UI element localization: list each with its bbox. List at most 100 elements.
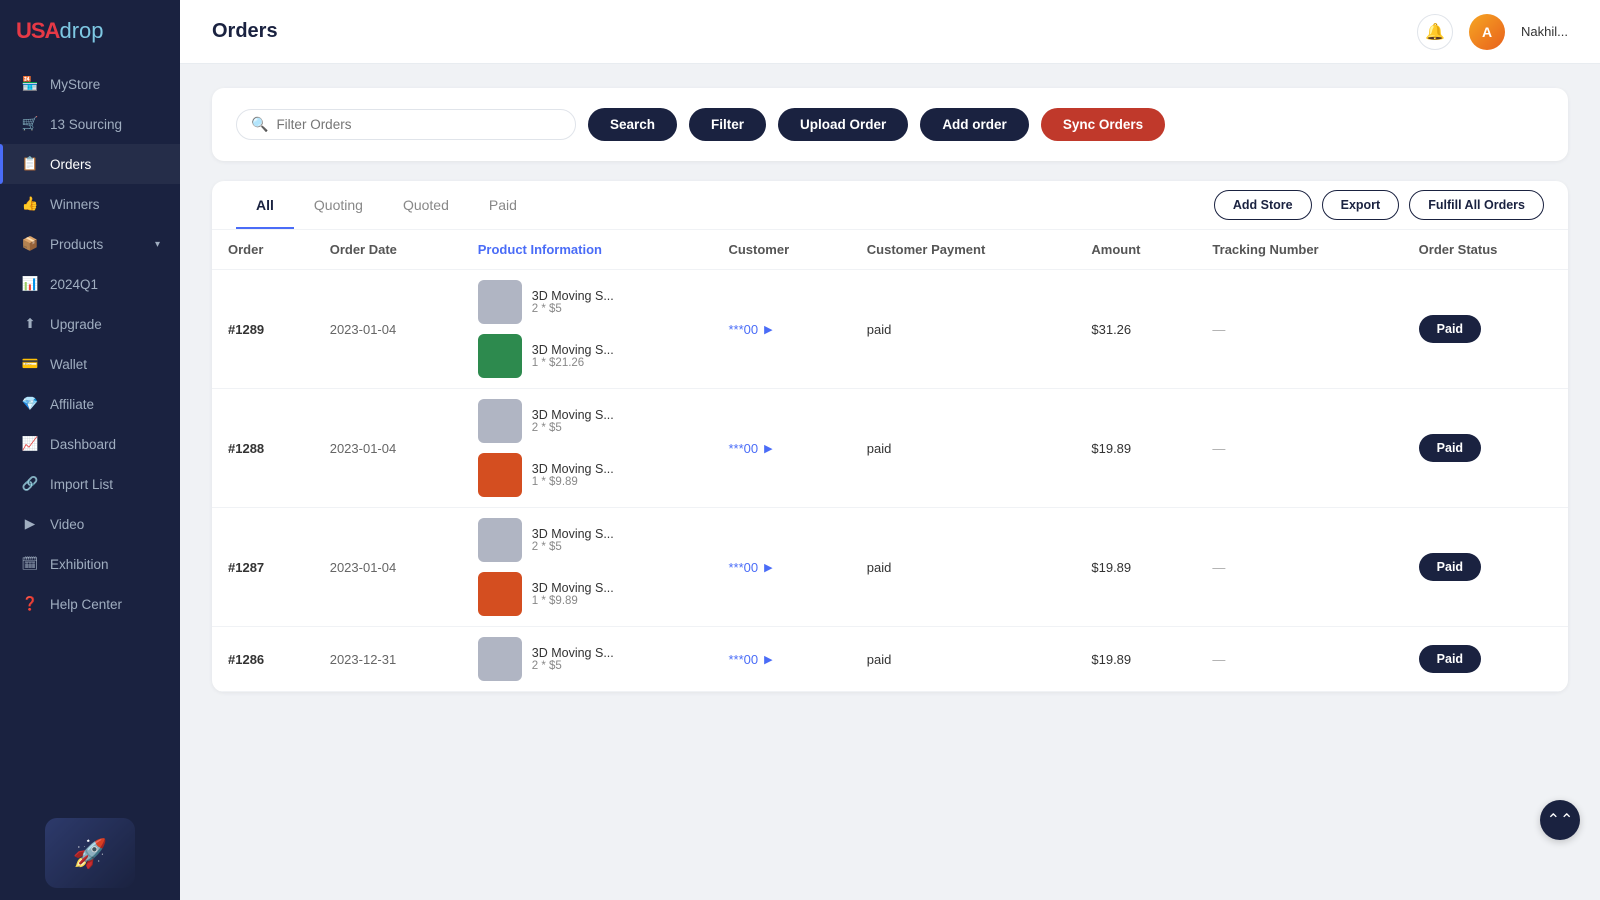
toolbar-card: 🔍 Search Filter Upload Order Add order S… — [212, 88, 1568, 161]
sidebar-item-importlist[interactable]: 🔗 Import List — [0, 464, 180, 504]
product-details: 3D Moving S... 2 * $5 — [532, 408, 614, 434]
tab-all[interactable]: All — [236, 181, 294, 229]
sidebar-icon-video: ▶ — [20, 514, 40, 534]
order-date: 2023-01-04 — [314, 389, 462, 508]
sidebar-icon-wallet: 💳 — [20, 354, 40, 374]
export-button[interactable]: Export — [1322, 190, 1400, 220]
sidebar-label-products: Products — [50, 237, 103, 252]
sync-orders-button[interactable]: Sync Orders — [1041, 108, 1165, 141]
table-row: #12882023-01-04 3D Moving S... 2 * $5 3D… — [212, 389, 1568, 508]
col-order-status: Order Status — [1403, 230, 1568, 270]
product-qty: 1 * $9.89 — [532, 595, 614, 607]
product-qty: 1 * $9.89 — [532, 476, 614, 488]
product-details: 3D Moving S... 1 * $21.26 — [532, 343, 614, 369]
sidebar-item-helpCenter[interactable]: ❓ Help Center — [0, 584, 180, 624]
order-number: #1288 — [212, 389, 314, 508]
page-body: 🔍 Search Filter Upload Order Add order S… — [180, 64, 1600, 900]
sidebar-item-dashboard[interactable]: 📈 Dashboard — [0, 424, 180, 464]
sidebar-item-affiliate[interactable]: 💎 Affiliate — [0, 384, 180, 424]
customer-expand-icon[interactable]: ▶ — [764, 653, 772, 666]
product-thumbnail — [478, 453, 522, 497]
col-customer: Customer — [712, 230, 850, 270]
tracking-number: — — [1196, 508, 1402, 627]
avatar[interactable]: A — [1469, 14, 1505, 50]
product-name: 3D Moving S... — [532, 646, 614, 660]
product-thumbnail — [478, 334, 522, 378]
payment-status: paid — [867, 652, 892, 667]
sidebar-item-video[interactable]: ▶ Video — [0, 504, 180, 544]
sidebar-item-exhibition[interactable]: 🗓 Exhibition — [0, 544, 180, 584]
status-badge[interactable]: Paid — [1419, 553, 1481, 581]
amount-value: $19.89 — [1091, 441, 1131, 456]
sidebar-item-wallet[interactable]: 💳 Wallet — [0, 344, 180, 384]
search-button[interactable]: Search — [588, 108, 677, 141]
product-name: 3D Moving S... — [532, 343, 614, 357]
product-qty: 2 * $5 — [532, 541, 614, 553]
amount: $19.89 — [1075, 389, 1196, 508]
sidebar-item-sourcing[interactable]: 🛒 13 Sourcing — [0, 104, 180, 144]
amount-value: $31.26 — [1091, 322, 1131, 337]
amount-value: $19.89 — [1091, 560, 1131, 575]
fulfill-all-button[interactable]: Fulfill All Orders — [1409, 190, 1544, 220]
order-status: Paid — [1403, 627, 1568, 692]
customer-payment: paid — [851, 389, 1076, 508]
tabs-row: AllQuotingQuotedPaid Add Store Export Fu… — [212, 181, 1568, 230]
order-id: #1287 — [228, 560, 264, 575]
tab-paid[interactable]: Paid — [469, 181, 537, 229]
tracking-value: — — [1212, 322, 1225, 337]
product-info-cell: 3D Moving S... 2 * $5 3D Moving S... 1 *… — [462, 389, 713, 508]
product-info-cell: 3D Moving S... 2 * $5 3D Moving S... 1 *… — [462, 270, 713, 389]
tracking-value: — — [1212, 441, 1225, 456]
status-badge[interactable]: Paid — [1419, 645, 1481, 673]
product-item: 3D Moving S... 1 * $9.89 — [478, 453, 697, 497]
sidebar-label-dashboard: Dashboard — [50, 437, 116, 452]
customer-expand-icon[interactable]: ▶ — [764, 323, 772, 336]
customer-cell: ***00▶ — [712, 389, 850, 508]
upload-order-button[interactable]: Upload Order — [778, 108, 908, 141]
status-badge[interactable]: Paid — [1419, 434, 1481, 462]
sidebar-icon-dashboard: 📈 — [20, 434, 40, 454]
page-title: Orders — [212, 20, 278, 43]
sidebar-icon-helpCenter: ❓ — [20, 594, 40, 614]
notification-bell[interactable]: 🔔 — [1417, 14, 1453, 50]
add-order-button[interactable]: Add order — [920, 108, 1029, 141]
add-store-button[interactable]: Add Store — [1214, 190, 1312, 220]
customer-expand-icon[interactable]: ▶ — [764, 442, 772, 455]
order-id: #1289 — [228, 322, 264, 337]
order-number: #1286 — [212, 627, 314, 692]
product-name: 3D Moving S... — [532, 289, 614, 303]
chevron-down-icon: ▾ — [155, 239, 160, 250]
col-customer-payment: Customer Payment — [851, 230, 1076, 270]
sidebar-item-orders[interactable]: 📋 Orders — [0, 144, 180, 184]
logo[interactable]: USAdrop — [0, 0, 180, 56]
orders-card: AllQuotingQuotedPaid Add Store Export Fu… — [212, 181, 1568, 692]
sidebar-icon-products: 📦 — [20, 234, 40, 254]
sidebar: USAdrop 🏪 MyStore 🛒 13 Sourcing 📋 Orders… — [0, 0, 180, 900]
order-status: Paid — [1403, 389, 1568, 508]
customer-expand-icon[interactable]: ▶ — [764, 561, 772, 574]
sidebar-item-products[interactable]: 📦 Products ▾ — [0, 224, 180, 264]
sidebar-item-winners[interactable]: 👍 Winners — [0, 184, 180, 224]
tab-quoting[interactable]: Quoting — [294, 181, 383, 229]
customer-cell: ***00▶ — [712, 627, 850, 692]
product-item: 3D Moving S... 2 * $5 — [478, 399, 697, 443]
scroll-to-top[interactable]: ⌃⌃ — [1540, 800, 1580, 840]
tabs-right: Add Store Export Fulfill All Orders — [1214, 190, 1544, 220]
product-name: 3D Moving S... — [532, 581, 614, 595]
filter-button[interactable]: Filter — [689, 108, 766, 141]
sidebar-item-2024q1[interactable]: 📊 2024Q1 — [0, 264, 180, 304]
main-content: Orders 🔔 A Nakhil... 🔍 Search Filter Upl… — [180, 0, 1600, 900]
search-input[interactable] — [276, 117, 561, 132]
product-name: 3D Moving S... — [532, 527, 614, 541]
product-item: 3D Moving S... 1 * $9.89 — [478, 572, 697, 616]
sidebar-icon-exhibition: 🗓 — [20, 554, 40, 574]
sidebar-item-upgrade[interactable]: ⬆ Upgrade — [0, 304, 180, 344]
amount: $19.89 — [1075, 627, 1196, 692]
status-badge[interactable]: Paid — [1419, 315, 1481, 343]
order-date: 2023-01-04 — [314, 508, 462, 627]
tab-quoted[interactable]: Quoted — [383, 181, 469, 229]
product-thumbnail — [478, 572, 522, 616]
sidebar-item-mystore[interactable]: 🏪 MyStore — [0, 64, 180, 104]
product-thumbnail — [478, 399, 522, 443]
product-details: 3D Moving S... 1 * $9.89 — [532, 462, 614, 488]
